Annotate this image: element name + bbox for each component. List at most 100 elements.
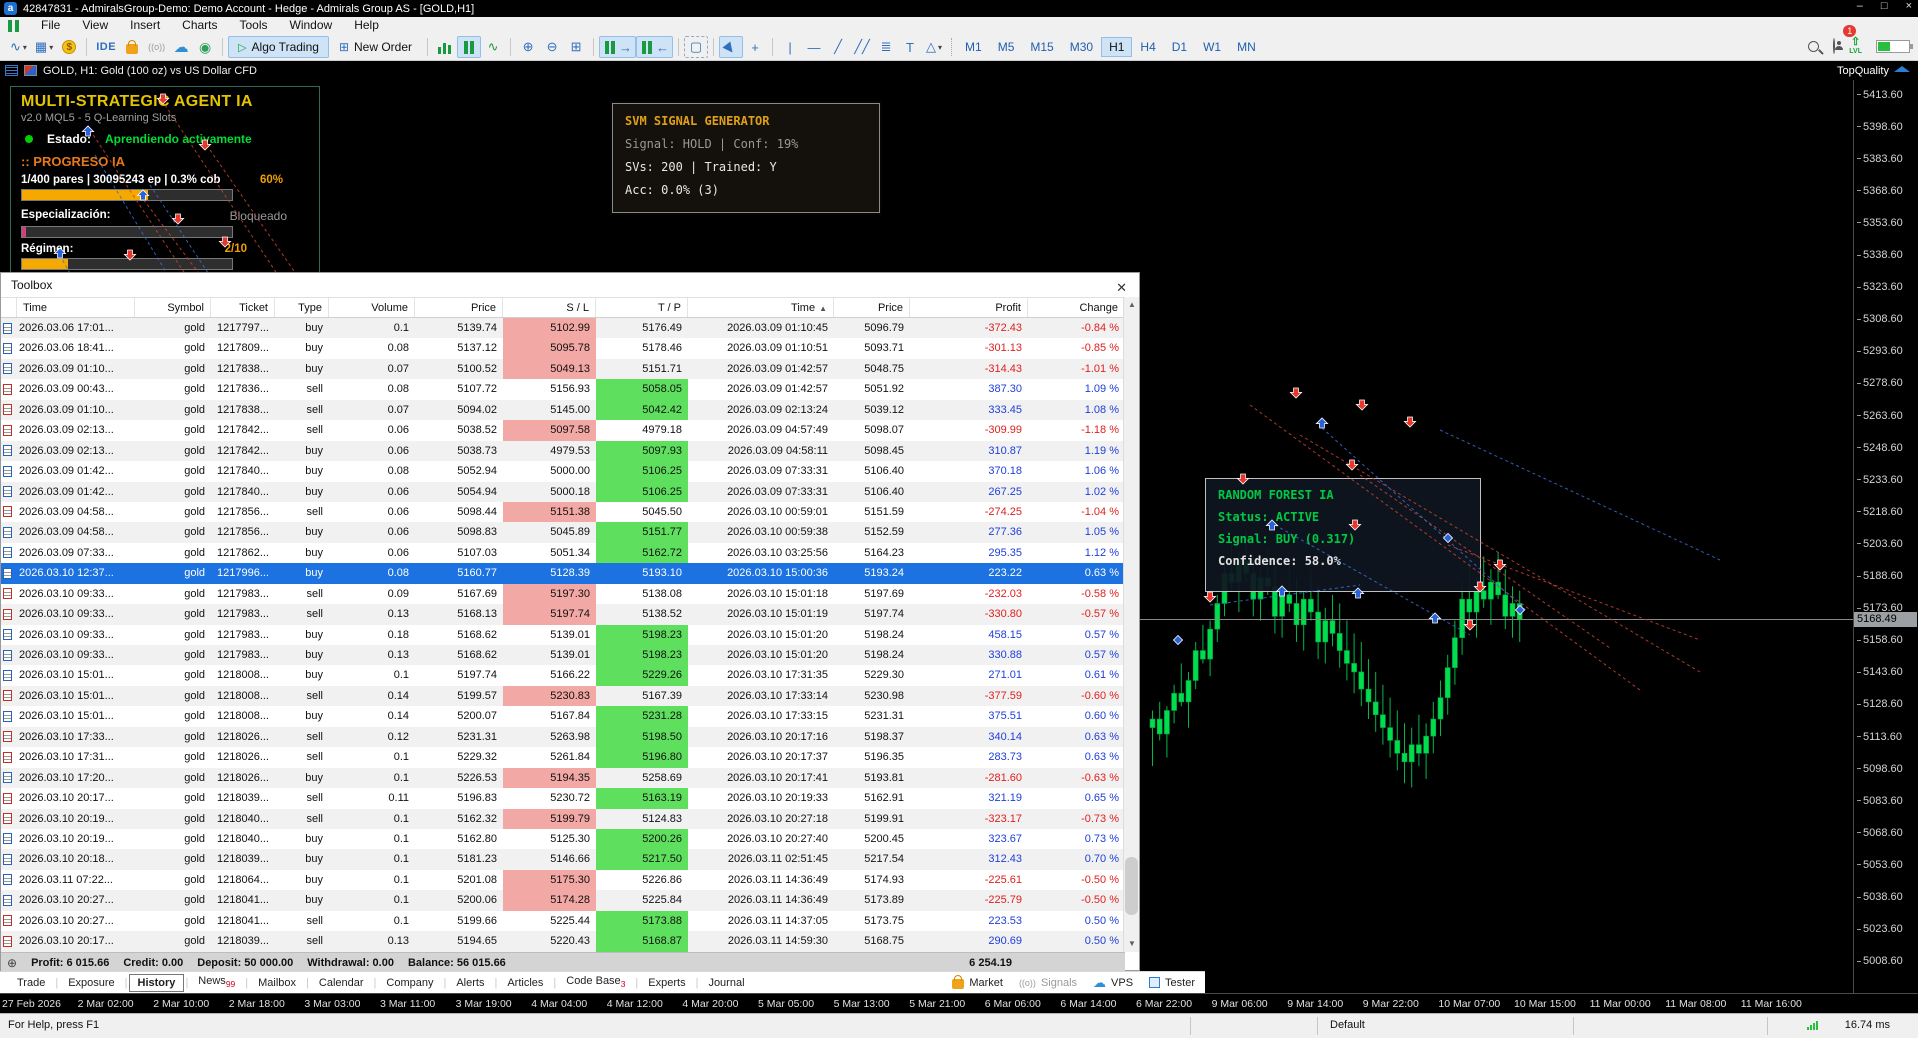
table-row[interactable]: 2026.03.10 20:17... gold 1218039... sell 0.1… <box>1 788 1125 809</box>
tab-experts[interactable]: Experts <box>639 974 694 992</box>
quotes-button[interactable]: $ <box>57 36 81 58</box>
table-row[interactable]: 2026.03.10 15:01... gold 1218008... buy 0.14… <box>1 706 1125 727</box>
timeframe-m5[interactable]: M5 <box>990 37 1023 57</box>
bottom-button-signals[interactable]: ((o)) Signals <box>1019 977 1077 989</box>
menu-item-charts[interactable]: Charts <box>171 17 228 34</box>
column-header-ticket[interactable]: Ticket <box>211 298 275 317</box>
column-header-price[interactable]: Price <box>834 298 910 317</box>
market-watch-icon[interactable] <box>5 65 18 76</box>
account-button[interactable]: 1 <box>1833 25 1857 54</box>
menu-item-help[interactable]: Help <box>343 17 390 34</box>
candlestick-chart-button[interactable] <box>457 36 482 58</box>
column-header-time[interactable]: Time <box>17 298 135 317</box>
tab-calendar[interactable]: Calendar <box>310 974 373 992</box>
table-row[interactable]: 2026.03.10 17:33... gold 1218026... sell 0.1… <box>1 726 1125 748</box>
toolbox-scrollbar[interactable]: ▲ ▼ <box>1123 297 1139 952</box>
column-header-type[interactable]: Type <box>275 298 329 317</box>
text-tool-button[interactable]: T <box>898 36 922 58</box>
indicator-list-button[interactable]: ▦ ▾ <box>31 36 57 58</box>
scroll-down-icon[interactable]: ▼ <box>1124 936 1140 952</box>
menu-item-window[interactable]: Window <box>279 17 344 34</box>
chart-window-icon[interactable] <box>24 65 37 76</box>
bottom-button-vps[interactable]: ☁ VPS <box>1093 975 1133 991</box>
table-row[interactable]: 2026.03.09 07:33... gold 1217862... buy 0.06… <box>1 542 1125 564</box>
table-row[interactable]: 2026.03.06 17:01... gold 1217797... buy 0.1 5… <box>1 318 1125 339</box>
table-row[interactable]: 2026.03.10 17:20... gold 1218026... buy 0.1 5… <box>1 767 1125 789</box>
menu-item-tools[interactable]: Tools <box>229 17 279 34</box>
timeframe-m1[interactable]: M1 <box>957 37 990 57</box>
vertical-line-button[interactable]: | <box>778 36 802 58</box>
table-row[interactable]: 2026.03.10 20:27... gold 1218041... sell 0.1… <box>1 910 1125 932</box>
table-row[interactable]: 2026.03.09 04:58... gold 1217856... buy 0.06… <box>1 522 1125 543</box>
algo-trading-button[interactable]: ▷ Algo Trading <box>228 36 329 58</box>
table-row[interactable]: 2026.03.09 01:10... gold 1217838... buy 0.07… <box>1 358 1125 380</box>
zoom-in-button[interactable]: ⊕ <box>516 36 540 58</box>
table-row[interactable]: 2026.03.10 15:01... gold 1218008... buy 0.1 5… <box>1 665 1125 686</box>
chart-tab-title[interactable]: GOLD, H1: Gold (100 oz) vs US Dollar CFD <box>43 65 257 77</box>
table-row[interactable]: 2026.03.10 09:33... gold 1217983... sell 0.0… <box>1 583 1125 605</box>
indicator-window-button[interactable]: ▢ <box>684 36 709 58</box>
timeframe-h4[interactable]: H4 <box>1132 37 1163 57</box>
level-indicator[interactable]: ⇧ LVL <box>1849 37 1862 56</box>
table-row[interactable]: 2026.03.10 09:33... gold 1217983... buy 0.13… <box>1 645 1125 666</box>
tab-exposure[interactable]: Exposure <box>59 974 123 992</box>
vps-cloud-button[interactable]: ☁ <box>169 36 193 58</box>
table-row[interactable]: 2026.03.10 09:33... gold 1217983... sell 0.1… <box>1 604 1125 625</box>
column-header-symbol[interactable]: Symbol <box>135 298 211 317</box>
table-row[interactable]: 2026.03.09 02:13... gold 1217842... sell 0.0… <box>1 420 1125 441</box>
signals-button[interactable]: ((o)) <box>144 36 169 58</box>
restore-button[interactable]: □ <box>1881 0 1888 12</box>
table-row[interactable]: 2026.03.10 15:01... gold 1218008... sell 0.1… <box>1 685 1125 707</box>
column-header-volume[interactable]: Volume <box>329 298 415 317</box>
fibonacci-button[interactable]: ≣ <box>874 36 898 58</box>
table-row[interactable]: 2026.03.09 01:42... gold 1217840... buy 0.06… <box>1 481 1125 502</box>
column-header-profit[interactable]: Profit <box>910 298 1028 317</box>
tab-news[interactable]: News99 <box>189 972 244 992</box>
table-row[interactable]: 2026.03.10 17:31... gold 1218026... sell 0.1… <box>1 747 1125 768</box>
zoom-out-button[interactable]: ⊖ <box>540 36 564 58</box>
menu-item-view[interactable]: View <box>71 17 119 34</box>
timeframe-h1[interactable]: H1 <box>1101 37 1133 57</box>
horizontal-line-button[interactable]: — <box>802 36 826 58</box>
chart-shift-button[interactable]: ← <box>636 36 674 58</box>
timeframe-mn[interactable]: MN <box>1229 37 1264 57</box>
tab-alerts[interactable]: Alerts <box>447 974 493 992</box>
minimize-button[interactable]: – <box>1857 0 1863 12</box>
bottom-button-tester[interactable]: Tester <box>1149 977 1195 989</box>
profile-label[interactable]: Default <box>1330 1019 1365 1031</box>
auto-scroll-button[interactable]: → <box>599 36 637 58</box>
tab-code-base[interactable]: Code Base3 <box>557 972 634 992</box>
table-row[interactable]: 2026.03.09 01:42... gold 1217840... buy 0.08… <box>1 461 1125 482</box>
market-button[interactable] <box>120 36 144 58</box>
tab-trade[interactable]: Trade <box>8 974 54 992</box>
line-chart-button[interactable]: ∿ <box>481 36 505 58</box>
channel-button[interactable]: ╱╱ <box>850 36 874 58</box>
table-row[interactable]: 2026.03.10 20:17... gold 1218039... sell 0.1… <box>1 931 1125 952</box>
table-row[interactable]: 2026.03.10 20:27... gold 1218041... buy 0.1 5… <box>1 890 1125 911</box>
column-header-change[interactable]: Change <box>1028 298 1125 317</box>
timeframe-m15[interactable]: M15 <box>1022 37 1061 57</box>
price-axis[interactable]: 5413.60 5398.60 5383.60 5368.60 5353.60 5338.… <box>1853 80 1918 993</box>
scrollbar-thumb[interactable] <box>1125 857 1138 915</box>
tab-mailbox[interactable]: Mailbox <box>249 974 305 992</box>
column-header-time[interactable]: Time ▲ <box>688 298 834 317</box>
crosshair-button[interactable]: + <box>743 36 767 58</box>
timeframe-m30[interactable]: M30 <box>1062 37 1101 57</box>
table-row[interactable]: 2026.03.09 04:58... gold 1217856... sell 0.0… <box>1 501 1125 523</box>
search-icon[interactable] <box>1808 40 1820 52</box>
table-row[interactable]: 2026.03.10 12:37... gold 1217996... buy 0.08… <box>1 563 1125 584</box>
toolbox-title-bar[interactable]: Toolbox ✕ <box>1 273 1139 297</box>
bar-chart-button[interactable] <box>433 36 457 58</box>
table-row[interactable]: 2026.03.10 20:18... gold 1218039... buy 0.1 5… <box>1 849 1125 870</box>
table-row[interactable]: 2026.03.09 00:43... gold 1217836... sell 0.0… <box>1 379 1125 400</box>
table-row[interactable]: 2026.03.06 18:41... gold 1217809... buy 0.08… <box>1 338 1125 359</box>
chart-line-style-button[interactable]: ∿ ▾ <box>6 36 31 58</box>
table-row[interactable]: 2026.03.09 02:13... gold 1217842... buy 0.06… <box>1 440 1125 462</box>
table-row[interactable]: 2026.03.10 20:19... gold 1218040... buy 0.1 5… <box>1 828 1125 850</box>
column-header-price[interactable]: Price <box>415 298 503 317</box>
ide-button[interactable]: IDE <box>92 36 120 58</box>
cursor-button[interactable] <box>719 36 744 59</box>
bottom-button-market[interactable]: Market <box>952 975 1003 989</box>
tab-articles[interactable]: Articles <box>498 974 552 992</box>
time-axis[interactable]: 27 Feb 2026 2 Mar 02:00 2 Mar 10:00 2 Mar 1… <box>0 993 1918 1013</box>
